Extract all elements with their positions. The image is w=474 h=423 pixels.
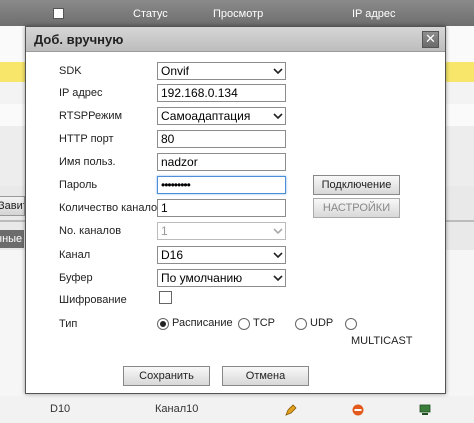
cancel-button[interactable]: Отмена xyxy=(222,366,309,386)
section-label-partial: нные xyxy=(0,230,24,248)
encryption-label: Шифрование xyxy=(59,294,127,306)
close-icon[interactable]: ✕ xyxy=(422,31,439,48)
chevron-down-icon xyxy=(273,113,283,120)
ip-label: IP адрес xyxy=(59,87,103,99)
http-port-input[interactable]: 80 xyxy=(157,130,286,148)
radio-multicast-label: MULTICAST xyxy=(351,335,413,347)
buffer-value: По умолчанию xyxy=(161,271,243,285)
channel-count-label: Количество каналов xyxy=(59,202,163,214)
sdk-select[interactable]: Onvif xyxy=(157,62,286,80)
no-channels-value: 1 xyxy=(161,224,168,238)
edit-pencil-icon[interactable] xyxy=(285,404,297,416)
table-row: D10 Канал10 xyxy=(0,396,474,423)
add-manually-dialog: Доб. вручную ✕ SDK Onvif IP адрес 192.16… xyxy=(25,26,446,394)
encryption-checkbox[interactable] xyxy=(159,291,172,304)
radio-schedule-label: Расписание xyxy=(172,317,233,329)
select-all-checkbox[interactable] xyxy=(53,8,64,19)
type-label: Тип xyxy=(59,318,78,330)
save-button[interactable]: Сохранить xyxy=(123,366,210,386)
radio-schedule[interactable] xyxy=(157,318,169,330)
rtsp-mode-select[interactable]: Самоадаптация xyxy=(157,107,286,125)
radio-udp[interactable] xyxy=(295,318,307,330)
password-input[interactable]: ••••••••• xyxy=(157,176,286,194)
sdk-select-value: Onvif xyxy=(161,64,190,78)
channel-select[interactable]: D16 xyxy=(157,246,286,264)
rtsp-mode-value: Самоадаптация xyxy=(161,109,251,123)
no-channels-label: No. каналов xyxy=(59,225,122,237)
chevron-down-icon xyxy=(273,68,283,75)
channel-label: Канал xyxy=(59,249,91,261)
channel-count-input[interactable]: 1 xyxy=(157,199,286,217)
ip-address-input[interactable]: 192.168.0.134 xyxy=(157,84,286,102)
delete-icon[interactable] xyxy=(352,404,364,416)
username-label: Имя польз. xyxy=(59,156,116,168)
add-device-button-partial[interactable]: Завить xyxy=(0,196,25,216)
channel-name-cell: Канал10 xyxy=(155,403,199,415)
radio-udp-label: UDP xyxy=(310,317,334,329)
radio-tcp[interactable] xyxy=(238,318,250,330)
dialog-title: Доб. вручную xyxy=(34,32,124,47)
chevron-down-icon xyxy=(273,275,283,282)
channel-value: D16 xyxy=(161,248,184,262)
dialog-titlebar[interactable]: Доб. вручную ✕ xyxy=(26,27,445,52)
radio-multicast[interactable] xyxy=(345,318,357,330)
username-input[interactable]: nadzor xyxy=(157,153,286,171)
connect-button[interactable]: Подключение xyxy=(313,175,400,195)
device-list-header: Статус Просмотр IP адрес xyxy=(0,0,474,26)
http-port-label: HTTP порт xyxy=(59,133,114,145)
chevron-down-icon xyxy=(273,228,283,235)
sdk-label: SDK xyxy=(59,65,82,77)
ip-column-header: IP адрес xyxy=(352,8,396,20)
preview-column-header: Просмотр xyxy=(213,8,264,20)
settings-button[interactable]: НАСТРОЙКИ xyxy=(313,198,400,218)
status-column-header: Статус xyxy=(133,8,168,20)
buffer-label: Буфер xyxy=(59,272,93,284)
device-id-cell: D10 xyxy=(50,403,71,415)
chevron-down-icon xyxy=(273,252,283,259)
radio-tcp-label: TCP xyxy=(253,317,275,329)
buffer-select[interactable]: По умолчанию xyxy=(157,269,286,287)
password-label: Пароль xyxy=(59,179,98,191)
monitor-status-icon xyxy=(419,404,431,415)
rtsp-mode-label: RTSPРежим xyxy=(59,110,123,122)
no-channels-select[interactable]: 1 xyxy=(157,222,286,240)
